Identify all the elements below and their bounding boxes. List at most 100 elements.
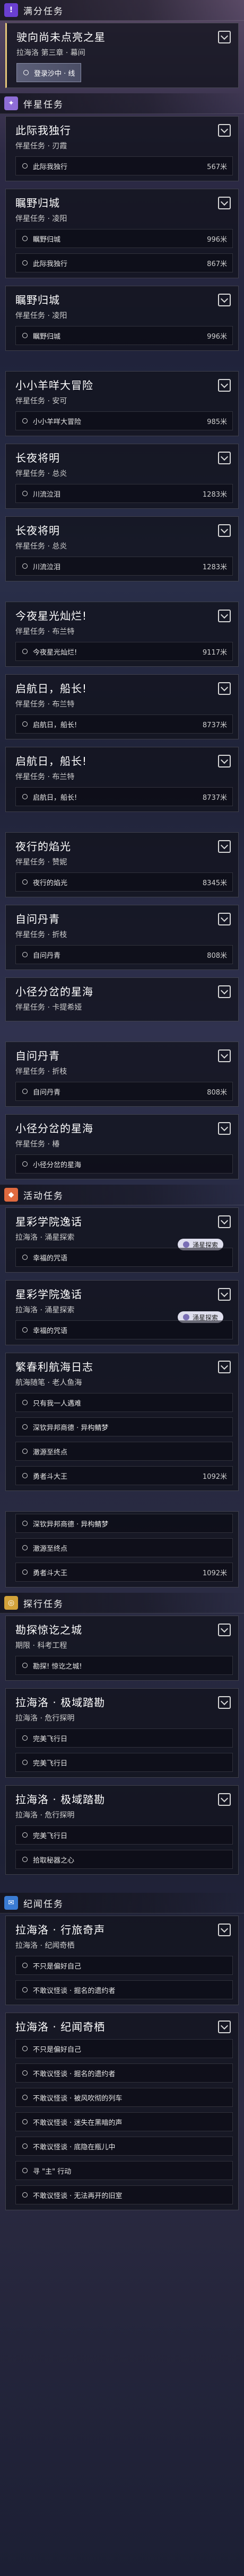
quest-card[interactable]: 星彩学院逸话 拉海洛 · 涌星探索 涌星探索 幸福的咒语 xyxy=(5,1207,239,1273)
quest-objective[interactable]: 勘探! 惊讫之城! xyxy=(15,1656,233,1675)
objective-circle-icon xyxy=(22,1663,28,1668)
quest-objective[interactable]: 勇者斗大王 1092米 xyxy=(15,1466,233,1485)
quest-expand-icon[interactable] xyxy=(218,985,231,998)
quest-card[interactable]: 长夜将明 伴星任务 · 总炎 川流泣泪 1283米 xyxy=(5,444,239,509)
quest-card[interactable]: 小径分岔的星海 伴星任务 · 卡提希娅 xyxy=(5,977,239,1021)
quest-expand-icon[interactable] xyxy=(218,682,231,695)
quest-card[interactable]: 拉海洛 · 极域踏勘 拉海洛 · 危行探明 完美飞行日 拾取秘器之心 xyxy=(5,1785,239,1875)
quest-title: 拉海洛 · 极域踏勘 xyxy=(15,1696,106,1709)
objective-circle-icon xyxy=(22,2168,28,2173)
quest-title: 小小羊咩大冒险 xyxy=(15,379,93,392)
quest-expand-icon[interactable] xyxy=(218,2021,231,2033)
quest-expand-icon[interactable] xyxy=(218,124,231,137)
quest-expand-icon[interactable] xyxy=(218,1793,231,1806)
quest-card[interactable]: 小径分岔的星海 伴星任务 · 椿小径分岔的星海 xyxy=(5,1114,239,1179)
quest-objective[interactable]: 澈源至终点 xyxy=(15,1442,233,1461)
quest-card[interactable]: 长夜将明 伴星任务 · 总炎 川流泣泪 1283米 xyxy=(5,516,239,581)
quest-expand-icon[interactable] xyxy=(218,1624,231,1636)
quest-subtitle: 拉海洛 · 危行探明 xyxy=(15,1811,75,1820)
quest-card[interactable]: 深钦异邦商德 · 异构鲭梦 澈源至终点勇者斗大王 1092米 xyxy=(5,1511,239,1587)
objective-distance: 808米 xyxy=(207,951,227,960)
quest-card[interactable]: 拉海洛 · 纪闻奇栖 不只是偏好自己 不敢议怪谈 · 掘名的遗约者 不敢议怪谈 · 被… xyxy=(5,2013,239,2210)
quest-objective[interactable]: 此际我独行 567米 xyxy=(15,156,233,175)
section-header-3[interactable]: ◎ 探行任务 xyxy=(0,1593,244,1613)
quest-objective[interactable]: 深钦异邦商德 · 异构鲭梦 xyxy=(15,1514,233,1533)
quest-objective[interactable]: 川流泣泪 1283米 xyxy=(15,484,233,503)
section-header-2[interactable]: ◆ 活动任务 xyxy=(0,1185,244,1205)
quest-objective[interactable]: 登录沙中 · 线 xyxy=(16,63,81,82)
quest-objective[interactable]: 瞩野归城 996米 xyxy=(15,229,233,248)
quest-card[interactable]: 自问丹青 伴星任务 · 折枝 自问丹青 808米 xyxy=(5,1042,239,1107)
quest-objective[interactable]: 幸福的咒语 xyxy=(15,1248,233,1267)
quest-objective[interactable]: 深钦异邦商德 · 异构鲭梦 xyxy=(15,1417,233,1436)
quest-objective[interactable]: 不只是偏好自己 xyxy=(15,1956,233,1975)
quest-expand-icon[interactable] xyxy=(218,524,231,537)
quest-objective[interactable]: 不敢议怪谈 · 被风吹彻的列车 xyxy=(15,2088,233,2107)
quest-card[interactable]: 小小羊咩大冒险 伴星任务 · 安可 小小羊咩大冒险 985米 xyxy=(5,371,239,436)
quest-expand-icon[interactable] xyxy=(218,840,231,853)
section-header-0[interactable]: ! 满分任务 xyxy=(0,0,244,21)
quest-objective[interactable]: 不敢议怪谈 · 迷失在黑暗的声 xyxy=(15,2112,233,2131)
quest-objective[interactable]: 拾取秘器之心 xyxy=(15,1850,233,1869)
objective-circle-icon xyxy=(22,333,28,338)
quest-objective[interactable]: 只有我一人遇难 xyxy=(15,1393,233,1412)
quest-card[interactable]: 夜行的焰光 伴星任务 · 赞妮 夜行的焰光 8345米 xyxy=(5,832,239,897)
quest-objective[interactable]: 今夜星光灿烂! 9117米 xyxy=(15,642,233,661)
quest-expand-icon[interactable] xyxy=(218,1924,231,1936)
quest-objective[interactable]: 此际我独行 867米 xyxy=(15,253,233,272)
quest-objective[interactable]: 澈源至终点 xyxy=(15,1538,233,1557)
quest-objective[interactable]: 小小羊咩大冒险 985米 xyxy=(15,411,233,430)
quest-expand-icon[interactable] xyxy=(218,1288,231,1301)
quest-objective[interactable]: 幸福的咒语 xyxy=(15,1320,233,1339)
quest-objective[interactable]: 完美飞行日 xyxy=(15,1825,233,1845)
quest-badge-icon: ✉ xyxy=(4,1896,18,1910)
quest-expand-icon[interactable] xyxy=(218,197,231,209)
quest-objective[interactable]: 不只是偏好自己 xyxy=(15,2039,233,2058)
objective-circle-icon xyxy=(22,1760,28,1765)
section-header-4[interactable]: ✉ 纪闻任务 xyxy=(0,1893,244,1913)
quest-expand-icon[interactable] xyxy=(218,913,231,925)
quest-objective[interactable]: 不敢议怪谈 · 掘名的遗约者 xyxy=(15,1980,233,1999)
quest-expand-icon[interactable] xyxy=(218,294,231,306)
quest-objective[interactable]: 勇者斗大王 1092米 xyxy=(15,1563,233,1582)
quest-card[interactable]: 瞩野归城 伴星任务 · 凌阳 瞩野归城 996米 此际我独行 867米 xyxy=(5,189,239,278)
quest-objective[interactable]: 不敢议怪谈 · 掘名的遗约者 xyxy=(15,2063,233,2083)
quest-card[interactable]: 今夜星光灿烂! 伴星任务 · 布兰特 今夜星光灿烂! 9117米 xyxy=(5,602,239,667)
quest-objective[interactable]: 自问丹青 808米 xyxy=(15,945,233,964)
quest-expand-icon[interactable] xyxy=(218,610,231,622)
quest-expand-icon[interactable] xyxy=(218,755,231,767)
quest-objective[interactable]: 不敢议怪谈 · 底隐在瓶儿中 xyxy=(15,2137,233,2156)
quest-objective[interactable]: 寻 "主" 行动 xyxy=(15,2161,233,2180)
section-header-1[interactable]: ✦ 伴星任务 xyxy=(0,93,244,114)
quest-expand-icon[interactable] xyxy=(218,1361,231,1373)
quest-expand-icon[interactable] xyxy=(218,1696,231,1709)
quest-expand-icon[interactable] xyxy=(218,452,231,464)
quest-objective[interactable]: 启航日，船长! 8737米 xyxy=(15,714,233,734)
quest-objective[interactable]: 夜行的焰光 8345米 xyxy=(15,872,233,892)
quest-objective[interactable]: 瞩野归城 996米 xyxy=(15,326,233,345)
quest-objective[interactable]: 启航日，船长! 8737米 xyxy=(15,787,233,806)
quest-title: 启航日，船长! xyxy=(15,682,88,695)
quest-card[interactable]: 繁春利航海日志 航海随笔 · 老人鱼海 只有我一人遇难 深钦异邦商德 · 异构鲭梦 澈源… xyxy=(5,1353,239,1491)
quest-card[interactable]: 瞩野归城 伴星任务 · 凌阳 瞩野归城 996米 xyxy=(5,286,239,351)
quest-expand-icon[interactable] xyxy=(218,379,231,392)
quest-objective[interactable]: 川流泣泪 1283米 xyxy=(15,557,233,576)
quest-objective[interactable]: 自问丹青 808米 xyxy=(15,1082,233,1101)
quest-card[interactable]: 启航日，船长! 伴星任务 · 布兰特 启航日，船长! 8737米 xyxy=(5,674,239,739)
quest-expand-icon[interactable] xyxy=(218,31,231,43)
quest-card[interactable]: 拉海洛 · 极域踏勘 拉海洛 · 危行探明 完美飞行日 完美飞行日 xyxy=(5,1688,239,1778)
quest-card[interactable]: 启航日，船长! 伴星任务 · 布兰特 启航日，船长! 8737米 xyxy=(5,747,239,812)
quest-objective[interactable]: 不敢议怪谈 · 无法再开的旧室 xyxy=(15,2185,233,2204)
quest-card[interactable]: 勘探惊讫之城 期限 · 科考工程 勘探! 惊讫之城! xyxy=(5,1616,239,1681)
quest-card[interactable]: 星彩学院逸话 拉海洛 · 涌星探索 涌星探索 幸福的咒语 xyxy=(5,1280,239,1345)
quest-expand-icon[interactable] xyxy=(218,1122,231,1135)
quest-card[interactable]: 此际我独行 伴星任务 · 刃霞 此际我独行 567米 xyxy=(5,116,239,181)
quest-objective[interactable]: 完美飞行日 xyxy=(15,1753,233,1772)
quest-card[interactable]: 自问丹青 伴星任务 · 折枝 自问丹青 808米 xyxy=(5,905,239,970)
quest-expand-icon[interactable] xyxy=(218,1215,231,1228)
quest-objective[interactable]: 小径分岔的星海 xyxy=(15,1154,233,1174)
quest-card[interactable]: 拉海洛 · 行旅奇声 拉海洛 · 纪闻奇栖 不只是偏好自己 不敢议怪谈 · 掘名的遗约… xyxy=(5,1916,239,2005)
quest-card[interactable]: 驶向尚未点亮之星 拉海洛 第三章 · 幕间 登录沙中 · 线 xyxy=(5,23,239,88)
quest-expand-icon[interactable] xyxy=(218,1049,231,1062)
quest-objective[interactable]: 完美飞行日 xyxy=(15,1728,233,1748)
